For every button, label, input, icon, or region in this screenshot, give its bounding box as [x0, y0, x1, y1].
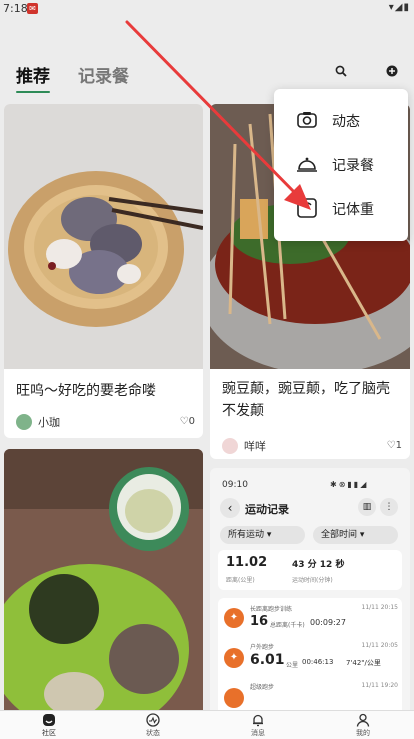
- tab-meal-log[interactable]: 记录餐: [78, 62, 129, 87]
- plus-circle-icon[interactable]: [386, 65, 398, 81]
- system-status-icons: ▾◢▮: [388, 2, 410, 13]
- tab-recommended[interactable]: 推荐: [16, 62, 50, 93]
- nav-messages[interactable]: 消息: [228, 713, 288, 738]
- record-name: 长距离跑步训练: [250, 606, 293, 613]
- status-bar: 7:18 ✉ ▾◢▮: [0, 0, 414, 18]
- running-icon: ✦: [224, 648, 244, 668]
- summary-panel: 11.02 距离(公里) 43 分 12 秒 运动时间(分钟): [218, 550, 402, 590]
- back-arrow-icon: ‹: [220, 498, 240, 518]
- card-photo-workout-screenshot: 09:10 ✱⊗▮▮◢ ‹ 运动记录 ▥ ⋮ 所有运动 ▾ 全部时间 ▾ 11.…: [210, 468, 410, 710]
- scale-icon: [296, 197, 318, 219]
- record-row: 超级跑步 11/11 19:20: [218, 680, 402, 710]
- phone-status-icons: ✱⊗▮▮◢: [330, 480, 369, 489]
- record-pace: 7'42"/公里: [346, 659, 381, 667]
- card-photo-meal-plate: [4, 449, 203, 710]
- summary-duration: 43 分 12 秒: [292, 560, 345, 570]
- phone-time: 09:10: [222, 480, 248, 490]
- status-time: 7:18: [3, 2, 28, 15]
- menu-item-post-label: 动态: [332, 114, 360, 130]
- feed-card[interactable]: [4, 449, 203, 710]
- author-name: 小珈: [38, 416, 60, 429]
- record-unit: 公里: [286, 662, 299, 669]
- menu-item-log-meal[interactable]: 记录餐: [274, 143, 408, 187]
- nav-status-label: 状态: [146, 729, 160, 737]
- record-value: 16: [250, 614, 269, 629]
- tab-recommended-label: 推荐: [16, 67, 50, 87]
- record-date: 11/11 20:15: [361, 604, 399, 611]
- record-name: 超级跑步: [250, 684, 275, 691]
- card-author[interactable]: 咩咩: [222, 438, 266, 454]
- record-date: 11/11 20:05: [361, 642, 399, 649]
- card-title: 旺呜～好吃的要老命喽: [16, 383, 156, 399]
- running-icon: ✦: [224, 608, 244, 628]
- tab-meal-log-label: 记录餐: [78, 67, 129, 87]
- like-count-value: 1: [395, 440, 402, 451]
- like-count[interactable]: ♡0: [180, 416, 195, 427]
- status-icon: [123, 713, 183, 729]
- filter-sport: 所有运动 ▾: [220, 526, 305, 544]
- avatar: [16, 414, 32, 430]
- tracker-title: 运动记录: [245, 503, 289, 516]
- like-count-value: 0: [188, 416, 195, 427]
- menu-item-post[interactable]: 动态: [274, 99, 408, 143]
- active-tab-indicator: [16, 91, 50, 93]
- record-name: 户外跑步: [250, 644, 275, 651]
- person-icon: [333, 713, 393, 729]
- record-row: ✦ 长距离跑步训练 11/11 20:15 16 总距离(千卡) 00:09:2…: [218, 602, 402, 636]
- records-list: ✦ 长距离跑步训练 11/11 20:15 16 总距离(千卡) 00:09:2…: [218, 598, 402, 710]
- chart-icon: ▥: [358, 498, 376, 516]
- avatar: [222, 438, 238, 454]
- card-title: 豌豆颠，豌豆颠，吃了脑壳不发颠: [222, 381, 390, 419]
- summary-distance: 11.02: [226, 555, 268, 570]
- menu-item-log-meal-label: 记录餐: [332, 158, 374, 174]
- nav-community-label: 社区: [42, 729, 56, 737]
- record-value: 6.01: [250, 652, 285, 668]
- nav-community[interactable]: 社区: [19, 713, 79, 738]
- filter-time-label: 全部时间: [321, 530, 358, 540]
- top-header: 推荐 记录餐: [0, 58, 414, 93]
- feed-card[interactable]: 旺呜～好吃的要老命喽 小珈 ♡0: [4, 104, 203, 438]
- like-count[interactable]: ♡1: [387, 440, 402, 451]
- running-icon: [224, 688, 244, 708]
- add-popup-menu: 动态 记录餐 记体重: [274, 89, 408, 241]
- heart-icon: ♡: [179, 416, 189, 427]
- menu-item-log-weight[interactable]: 记体重: [274, 187, 408, 231]
- record-time: 00:09:27: [310, 618, 346, 627]
- search-icon[interactable]: [335, 65, 347, 81]
- notification-badge-icon: ✉: [27, 3, 38, 14]
- bottom-navigation: 社区 状态 消息 我的: [0, 710, 414, 739]
- nav-status[interactable]: 状态: [123, 713, 183, 738]
- community-icon: [19, 713, 79, 729]
- card-author[interactable]: 小珈: [16, 414, 60, 430]
- record-unit: 总距离(千卡): [270, 622, 305, 629]
- nav-profile-label: 我的: [356, 729, 370, 737]
- record-row: ✦ 户外跑步 11/11 20:05 6.01 公里 00:46:13 7'42…: [218, 640, 402, 676]
- author-name: 咩咩: [244, 440, 266, 453]
- nav-profile[interactable]: 我的: [333, 713, 393, 738]
- filter-sport-label: 所有运动: [228, 530, 265, 540]
- feed-card[interactable]: 09:10 ✱⊗▮▮◢ ‹ 运动记录 ▥ ⋮ 所有运动 ▾ 全部时间 ▾ 11.…: [210, 468, 410, 710]
- summary-distance-label: 距离(公里): [226, 577, 255, 584]
- nav-messages-label: 消息: [251, 729, 265, 737]
- menu-item-log-weight-label: 记体重: [332, 202, 374, 218]
- bell-icon: [228, 713, 288, 729]
- filter-time: 全部时间 ▾: [313, 526, 398, 544]
- record-time: 00:46:13: [302, 658, 334, 666]
- more-icon: ⋮: [380, 498, 398, 516]
- camera-icon: [296, 109, 318, 131]
- card-photo-dumplings: [4, 104, 203, 369]
- record-date: 11/11 19:20: [361, 682, 399, 689]
- heart-icon: ♡: [386, 440, 396, 451]
- summary-duration-label: 运动时间(分钟): [292, 577, 333, 584]
- food-cloche-icon: [296, 153, 318, 175]
